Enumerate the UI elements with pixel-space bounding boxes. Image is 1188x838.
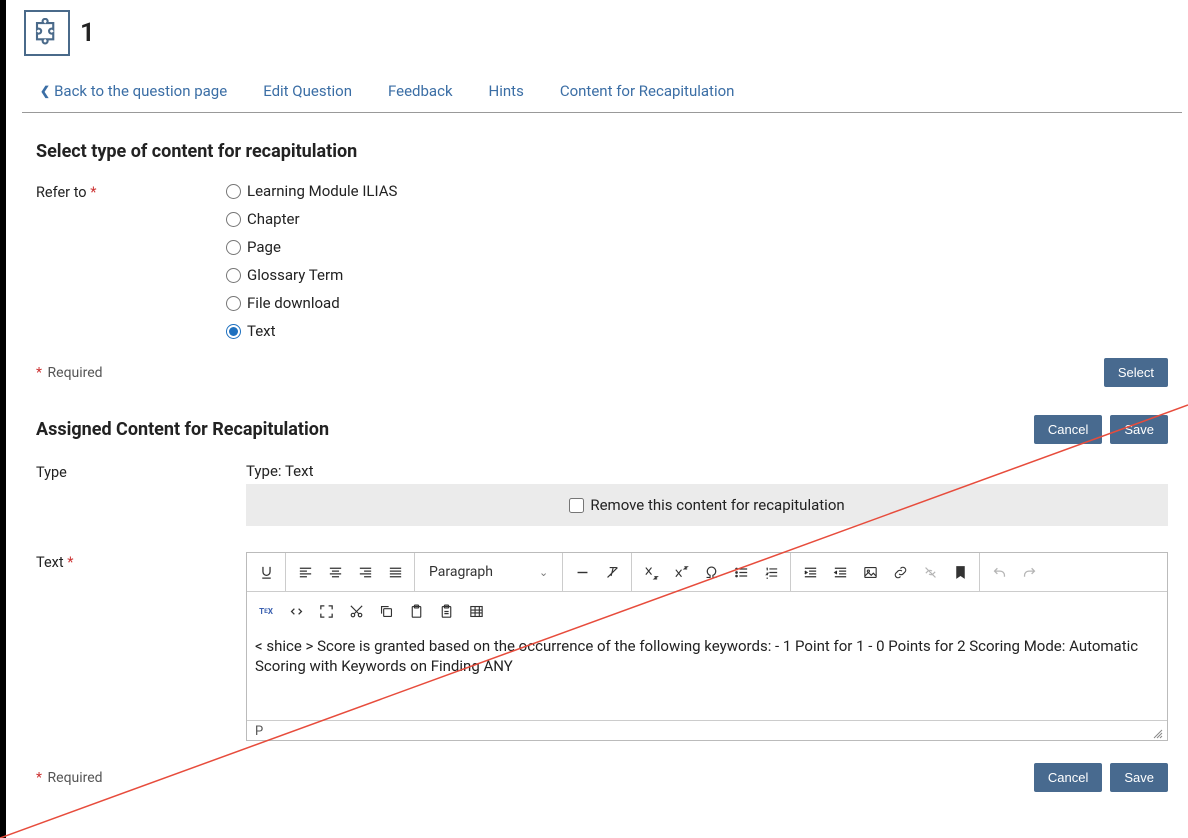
fullscreen-button[interactable] <box>311 596 341 626</box>
select-button[interactable]: Select <box>1104 358 1168 387</box>
radio-text[interactable]: Text <box>226 322 397 340</box>
save-button-bottom[interactable]: Save <box>1110 763 1168 792</box>
page-title: 1 <box>80 18 95 48</box>
link-button[interactable] <box>885 557 915 587</box>
page-container: 1 ❮ Back to the question page Edit Quest… <box>22 0 1182 806</box>
unlink-button <box>915 557 945 587</box>
radio-glossary[interactable]: Glossary Term <box>226 266 397 284</box>
bullet-list-button[interactable] <box>726 557 756 587</box>
paste-button[interactable] <box>401 596 431 626</box>
section-select-type: Select type of content for recapitulatio… <box>22 113 1182 387</box>
refer-to-label: Refer to * <box>36 182 226 201</box>
align-justify-button[interactable] <box>380 557 410 587</box>
type-value: Type: Text <box>246 462 1168 480</box>
tex-button[interactable]: TEX <box>251 596 281 626</box>
align-left-button[interactable] <box>290 557 320 587</box>
tab-content[interactable]: Content for Recapitulation <box>560 82 735 100</box>
editor-footer: P <box>247 720 1167 740</box>
indent-button[interactable] <box>795 557 825 587</box>
paste-text-button[interactable] <box>431 596 461 626</box>
clear-format-button[interactable] <box>597 557 627 587</box>
refer-to-options: Learning Module ILIAS Chapter Page Gloss… <box>226 182 397 340</box>
radio-page-input[interactable] <box>226 240 241 255</box>
radio-file-label: File download <box>247 294 340 312</box>
copy-button[interactable] <box>371 596 401 626</box>
tab-feedback[interactable]: Feedback <box>388 82 453 100</box>
section2-heading: Assigned Content for Recapitulation <box>36 419 329 440</box>
puzzle-icon <box>24 10 70 56</box>
superscript-button[interactable] <box>666 557 696 587</box>
type-row: Type Type: Text Remove this content for … <box>36 462 1168 526</box>
editor-body[interactable]: < shice > Score is granted based on the … <box>247 630 1167 720</box>
cancel-button-bottom[interactable]: Cancel <box>1034 763 1102 792</box>
resize-handle[interactable] <box>1153 728 1163 738</box>
type-label: Type <box>36 462 246 481</box>
radio-text-label: Text <box>247 322 276 340</box>
radio-page[interactable]: Page <box>226 238 397 256</box>
radio-text-input[interactable] <box>226 324 241 339</box>
tab-row: ❮ Back to the question page Edit Questio… <box>22 82 1182 113</box>
chevron-left-icon: ❮ <box>40 84 50 98</box>
number-list-button[interactable] <box>756 557 786 587</box>
editor-toolbar-row2: TEX <box>247 592 1167 630</box>
paragraph-label: Paragraph <box>429 564 493 580</box>
subscript-button[interactable] <box>636 557 666 587</box>
remove-label: Remove this content for recapitulation <box>590 496 844 514</box>
radio-chapter[interactable]: Chapter <box>226 210 397 228</box>
tab-back-label: Back to the question page <box>54 82 227 100</box>
radio-lm-label: Learning Module ILIAS <box>247 182 397 200</box>
source-button[interactable] <box>281 596 311 626</box>
tab-hints[interactable]: Hints <box>489 82 524 100</box>
text-label: Text * <box>36 552 246 741</box>
remove-checkbox[interactable] <box>569 498 584 513</box>
redo-button[interactable] <box>1014 557 1044 587</box>
required-note-2: * Required <box>36 770 103 786</box>
cut-button[interactable] <box>341 596 371 626</box>
remove-bar: Remove this content for recapitulation <box>246 484 1168 526</box>
chevron-down-icon: ⌄ <box>539 566 548 579</box>
paragraph-select[interactable]: Paragraph ⌄ <box>419 557 558 587</box>
undo-button[interactable] <box>984 557 1014 587</box>
radio-glossary-input[interactable] <box>226 268 241 283</box>
anchor-button[interactable] <box>945 557 975 587</box>
refer-to-row: Refer to * Learning Module ILIAS Chapter… <box>36 182 1168 340</box>
special-char-button[interactable] <box>696 557 726 587</box>
table-button[interactable] <box>461 596 491 626</box>
underline-button[interactable] <box>251 557 281 587</box>
text-row: Text * <box>36 552 1168 741</box>
radio-glossary-label: Glossary Term <box>247 266 343 284</box>
radio-lm-input[interactable] <box>226 184 241 199</box>
section-assigned-content: Assigned Content for Recapitulation Canc… <box>22 387 1182 806</box>
radio-chapter-input[interactable] <box>226 212 241 227</box>
outdent-button[interactable] <box>825 557 855 587</box>
image-button[interactable] <box>855 557 885 587</box>
required-note-1: * Required <box>36 365 103 381</box>
radio-chapter-label: Chapter <box>247 210 300 228</box>
radio-file[interactable]: File download <box>226 294 397 312</box>
tab-edit[interactable]: Edit Question <box>263 82 352 100</box>
radio-learning-module[interactable]: Learning Module ILIAS <box>226 182 397 200</box>
cancel-button-top[interactable]: Cancel <box>1034 415 1102 444</box>
align-right-button[interactable] <box>350 557 380 587</box>
tab-back[interactable]: ❮ Back to the question page <box>40 82 227 100</box>
editor-path: P <box>255 724 263 739</box>
hr-button[interactable] <box>567 557 597 587</box>
left-rail <box>0 0 6 838</box>
radio-page-label: Page <box>247 238 281 256</box>
section1-heading: Select type of content for recapitulatio… <box>36 141 1168 162</box>
radio-file-input[interactable] <box>226 296 241 311</box>
editor-toolbar-row1: Paragraph ⌄ <box>247 553 1167 592</box>
save-button-top[interactable]: Save <box>1110 415 1168 444</box>
align-center-button[interactable] <box>320 557 350 587</box>
page-header: 1 <box>22 10 1182 56</box>
rich-text-editor: Paragraph ⌄ <box>246 552 1168 741</box>
